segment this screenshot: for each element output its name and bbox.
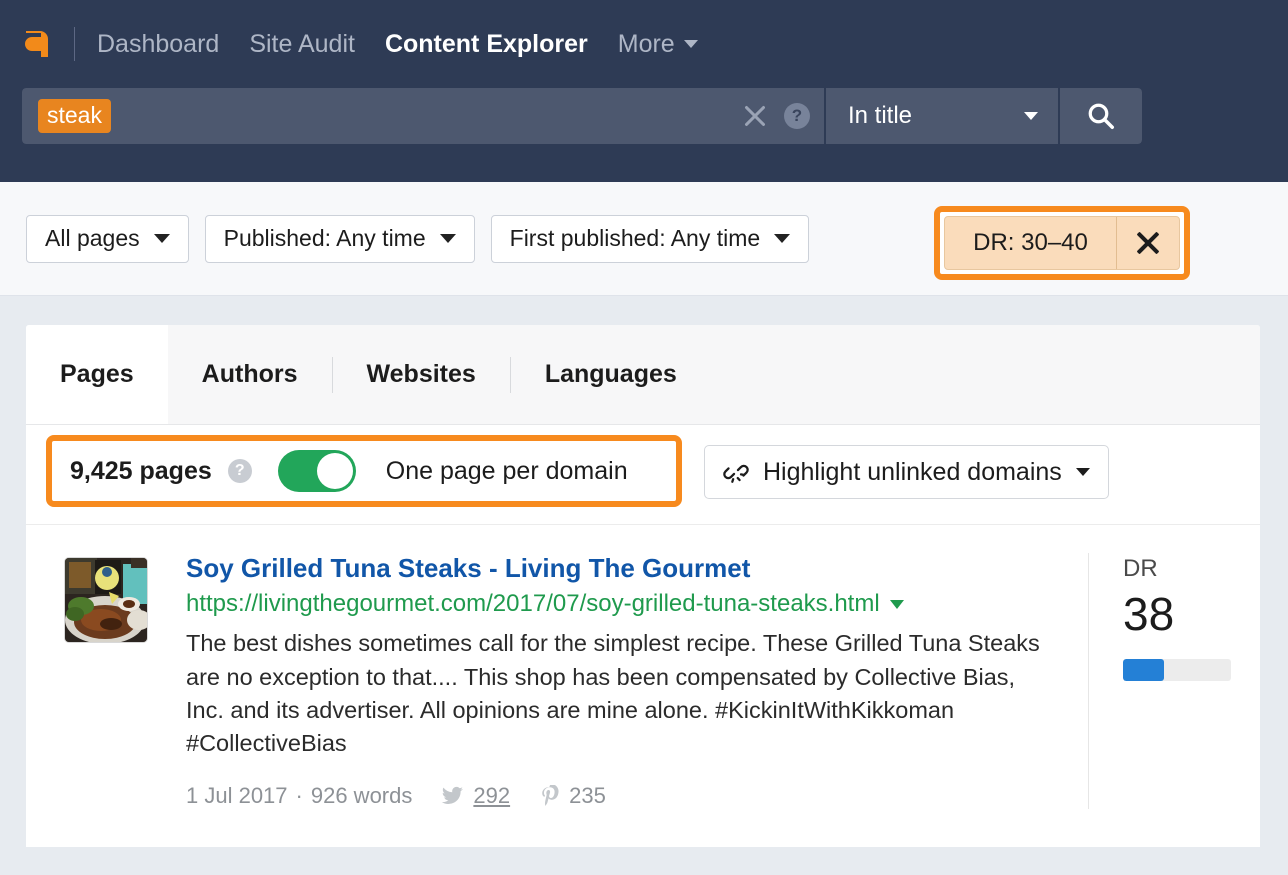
search-icon: [1086, 101, 1116, 131]
search-input[interactable]: steak ?: [22, 88, 824, 144]
nav-divider: [74, 27, 75, 61]
result-word-count: 926 words: [311, 783, 413, 809]
filter-first-published[interactable]: First published: Any time: [491, 215, 810, 263]
filter-first-published-label: First published: Any time: [510, 225, 761, 252]
tab-authors[interactable]: Authors: [168, 325, 332, 424]
chevron-down-icon[interactable]: [890, 600, 904, 609]
result-metadata: 1 Jul 2017 · 926 words 292 235: [186, 783, 1058, 809]
nav-item-content-explorer[interactable]: Content Explorer: [385, 30, 588, 59]
result-tabs: Pages Authors Websites Languages: [26, 325, 1260, 425]
filter-all-pages-label: All pages: [45, 225, 140, 252]
pinterest-icon: [538, 785, 560, 807]
chevron-down-icon: [154, 234, 170, 243]
chevron-down-icon: [684, 40, 698, 48]
result-title-link[interactable]: Soy Grilled Tuna Steaks - Living The Gou…: [186, 553, 750, 584]
food-photo-thumbnail[interactable]: [64, 557, 148, 643]
toggle-knob: [317, 453, 353, 489]
content-card: Pages Authors Websites Languages 9,425 p…: [26, 325, 1260, 847]
chevron-down-icon: [1076, 468, 1090, 476]
search-submit-button[interactable]: [1060, 88, 1142, 144]
filter-published[interactable]: Published: Any time: [205, 215, 475, 263]
dr-filter-annotation: DR: 30–40: [934, 206, 1190, 280]
twitter-icon: [440, 784, 464, 808]
close-icon[interactable]: [742, 103, 768, 129]
twitter-shares: 292: [440, 783, 510, 809]
tab-languages[interactable]: Languages: [511, 325, 711, 424]
app-header: Dashboard Site Audit Content Explorer Mo…: [0, 0, 1288, 182]
pinterest-share-count: 235: [569, 783, 606, 809]
one-page-per-domain-toggle[interactable]: [278, 450, 356, 492]
chevron-down-icon: [1024, 112, 1038, 120]
page-count-label: 9,425 pages: [70, 457, 212, 486]
tab-pages[interactable]: Pages: [26, 325, 168, 424]
result-thumbnail-cell: [26, 553, 186, 809]
nav-item-dashboard[interactable]: Dashboard: [97, 30, 219, 59]
help-icon[interactable]: ?: [228, 459, 252, 483]
filter-dr-label[interactable]: DR: 30–40: [945, 217, 1117, 269]
dr-progress-bar: [1123, 659, 1231, 681]
one-page-per-domain-label: One page per domain: [386, 457, 628, 486]
tab-websites[interactable]: Websites: [333, 325, 510, 424]
filter-all-pages[interactable]: All pages: [26, 215, 189, 263]
dr-column-header: DR: [1123, 555, 1260, 583]
dr-progress-fill: [1123, 659, 1164, 681]
pinterest-shares: 235: [538, 783, 606, 809]
broken-link-icon: [723, 459, 749, 485]
filter-published-label: Published: Any time: [224, 225, 426, 252]
help-icon[interactable]: ?: [784, 103, 810, 129]
chevron-down-icon: [440, 234, 456, 243]
result-description: The best dishes sometimes call for the s…: [186, 627, 1046, 760]
search-token-steak[interactable]: steak: [38, 99, 111, 134]
result-url-row: https://livingthegourmet.com/2017/07/soy…: [186, 590, 1058, 618]
highlight-unlinked-domains-label: Highlight unlinked domains: [763, 458, 1062, 487]
result-date: 1 Jul 2017: [186, 783, 288, 809]
result-dr-cell: DR 38: [1088, 553, 1260, 809]
search-scope-value: In title: [848, 102, 912, 130]
result-content: Soy Grilled Tuna Steaks - Living The Gou…: [186, 553, 1088, 809]
chevron-down-icon: [774, 234, 790, 243]
results-toolbar: 9,425 pages ? One page per domain Highli…: [26, 425, 1260, 525]
search-bar: steak ? In title: [22, 88, 1142, 144]
twitter-share-count[interactable]: 292: [473, 783, 510, 809]
nav-item-more[interactable]: More: [618, 30, 698, 59]
filter-dr-active: DR: 30–40: [944, 216, 1180, 270]
result-row: Soy Grilled Tuna Steaks - Living The Gou…: [26, 525, 1260, 809]
nav-more-label: More: [618, 30, 675, 59]
dr-value: 38: [1123, 591, 1260, 637]
page-count-annotation: 9,425 pages ? One page per domain: [46, 435, 682, 507]
ahrefs-logo-icon[interactable]: [22, 27, 52, 61]
search-scope-dropdown[interactable]: In title: [826, 88, 1058, 144]
result-url[interactable]: https://livingthegourmet.com/2017/07/soy…: [186, 590, 880, 618]
close-icon[interactable]: [1117, 217, 1179, 269]
nav-item-site-audit[interactable]: Site Audit: [249, 30, 355, 59]
main-navigation: Dashboard Site Audit Content Explorer Mo…: [0, 0, 1288, 88]
highlight-unlinked-domains-dropdown[interactable]: Highlight unlinked domains: [704, 445, 1109, 499]
meta-separator: ·: [296, 783, 303, 809]
